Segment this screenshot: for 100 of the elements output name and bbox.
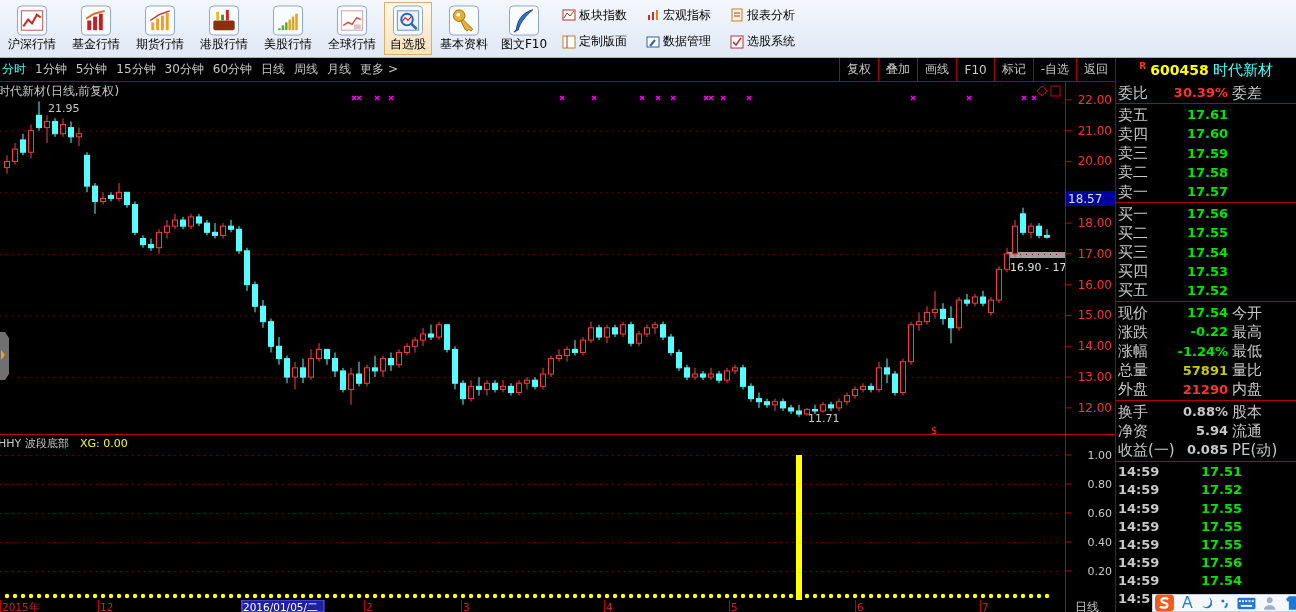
price-axis-label: 22.00 bbox=[1077, 92, 1112, 107]
chart-tool-button[interactable]: 叠加 bbox=[878, 58, 918, 81]
toolbar-button[interactable]: 沪深行情 bbox=[0, 2, 64, 55]
candlestick bbox=[436, 321, 442, 341]
high-price-label: 21.95 bbox=[48, 102, 80, 115]
menu-link[interactable]: 宏观指标 bbox=[646, 6, 730, 24]
panel-toggle-icon[interactable] bbox=[1050, 85, 1061, 97]
period-tab[interactable]: 月线 bbox=[327, 61, 352, 78]
candlestick bbox=[756, 391, 762, 409]
menu-link[interactable]: 报表分析 bbox=[730, 6, 814, 24]
diamond-icon[interactable] bbox=[1036, 85, 1048, 97]
axis-tick bbox=[1065, 160, 1072, 162]
period-tab[interactable]: 分时 bbox=[2, 61, 26, 78]
period-tab[interactable]: 周线 bbox=[294, 61, 319, 78]
period-tab[interactable]: 日线 bbox=[261, 61, 286, 78]
candlestick bbox=[924, 305, 930, 326]
toolbar-button[interactable]: 港股行情 bbox=[192, 2, 256, 55]
chart-tool-button[interactable]: F10 bbox=[956, 58, 994, 81]
quote-label: 买五 bbox=[1118, 281, 1148, 300]
candlestick bbox=[292, 361, 298, 390]
indicator-axis-label: 0.40 bbox=[1087, 536, 1112, 549]
bar-chart-icon bbox=[80, 5, 112, 36]
toolbar-button[interactable]: 全球行情 bbox=[320, 2, 384, 55]
quote-label: 收益(一) bbox=[1118, 440, 1175, 459]
chart-tool-button[interactable]: -自选 bbox=[1032, 58, 1076, 81]
period-tab[interactable]: 1分钟 bbox=[35, 61, 67, 78]
toolbar-button[interactable]: 图文F10 bbox=[496, 2, 552, 55]
toolbar-button[interactable]: 美股行情 bbox=[256, 2, 320, 55]
trade-price: 17.55 bbox=[1199, 536, 1242, 552]
candlestick bbox=[580, 336, 586, 357]
candlestick bbox=[628, 321, 634, 347]
period-tab[interactable]: 30分钟 bbox=[164, 61, 204, 78]
candlestick bbox=[156, 228, 162, 255]
period-tab[interactable]: 5分钟 bbox=[75, 61, 108, 78]
candlestick bbox=[148, 237, 154, 252]
quote-label: 涨幅 bbox=[1118, 342, 1148, 361]
candlestick bbox=[988, 296, 994, 316]
chart-tool-button[interactable]: 画线 bbox=[917, 58, 957, 81]
toolbar-button[interactable]: 期货行情 bbox=[128, 2, 192, 55]
candlestick bbox=[1020, 207, 1026, 236]
quote-label: 卖一 bbox=[1118, 182, 1148, 201]
candlestick bbox=[252, 281, 258, 313]
line-chart-icon bbox=[336, 5, 368, 36]
price-axis-label: 17.00 bbox=[1077, 246, 1112, 261]
quote-label: 现价 bbox=[1118, 303, 1148, 322]
date-label: 2015年 bbox=[2, 600, 40, 612]
trade-time: 14:59 bbox=[1118, 482, 1160, 498]
trade-time: 14:59 bbox=[1118, 555, 1160, 571]
quote-label: 卖四 bbox=[1118, 124, 1148, 143]
candlestick bbox=[500, 379, 506, 393]
menu-link[interactable]: 定制版面 bbox=[562, 33, 646, 51]
candlestick bbox=[60, 117, 66, 138]
quote-label: 买四 bbox=[1118, 262, 1148, 281]
candlestick bbox=[76, 127, 82, 147]
period-tab[interactable]: 更多 > bbox=[360, 61, 398, 78]
bar-chart-icon bbox=[272, 5, 304, 36]
ime-logo-icon[interactable] bbox=[1155, 594, 1174, 612]
chart-tool-button[interactable]: 返回 bbox=[1076, 58, 1115, 81]
candlestick bbox=[692, 367, 698, 381]
chart-tool-button[interactable]: 复权 bbox=[839, 58, 879, 81]
magnifier-chart-icon bbox=[392, 5, 424, 36]
ime-mode[interactable]: A bbox=[1181, 594, 1193, 612]
period-tab[interactable]: 60分钟 bbox=[212, 61, 253, 78]
quote-label: 流通 bbox=[1232, 421, 1262, 440]
candlestick bbox=[868, 382, 874, 393]
candlestick bbox=[1044, 228, 1050, 239]
document-icon bbox=[730, 8, 744, 23]
candlestick bbox=[940, 302, 946, 326]
candlestick bbox=[556, 348, 562, 363]
quote-value: 17.57 bbox=[1186, 184, 1228, 200]
quote-label: PE(动) bbox=[1232, 440, 1278, 459]
chart-tool-button[interactable]: 标记 bbox=[993, 58, 1033, 81]
toolbar-button[interactable]: 自选股 bbox=[384, 2, 432, 55]
candlestick bbox=[460, 379, 466, 406]
menu-link[interactable]: 板块指数 bbox=[562, 6, 646, 24]
candlestick bbox=[588, 321, 594, 344]
candlestick bbox=[964, 293, 970, 307]
menu-link[interactable]: 选股系统 bbox=[730, 33, 814, 51]
shirt-icon[interactable] bbox=[1285, 596, 1296, 610]
quote-value: 17.52 bbox=[1186, 282, 1228, 298]
candlestick bbox=[1004, 247, 1010, 273]
collapse-handle[interactable] bbox=[0, 332, 9, 380]
axis-tick bbox=[1065, 222, 1072, 224]
candlestick bbox=[228, 219, 234, 233]
candlestick bbox=[1028, 222, 1034, 239]
trade-price: 17.56 bbox=[1199, 555, 1242, 571]
menu-link[interactable]: 数据管理 bbox=[646, 33, 730, 51]
candlestick bbox=[12, 142, 18, 166]
trade-price: 17.51 bbox=[1199, 464, 1242, 480]
candlestick bbox=[484, 379, 490, 397]
candlestick bbox=[748, 382, 754, 403]
price-axis-label: 20.00 bbox=[1077, 154, 1112, 169]
candlestick bbox=[284, 355, 290, 384]
punctuation-icon[interactable] bbox=[1219, 597, 1230, 609]
toolbar-button[interactable]: 基金行情 bbox=[64, 2, 128, 55]
toolbar-button[interactable]: 基本资料 bbox=[432, 2, 496, 55]
keyboard-icon[interactable] bbox=[1237, 596, 1257, 610]
trade-time: 14:5 bbox=[1118, 591, 1151, 607]
candlestick bbox=[20, 133, 26, 156]
period-tab[interactable]: 15分钟 bbox=[116, 61, 156, 78]
